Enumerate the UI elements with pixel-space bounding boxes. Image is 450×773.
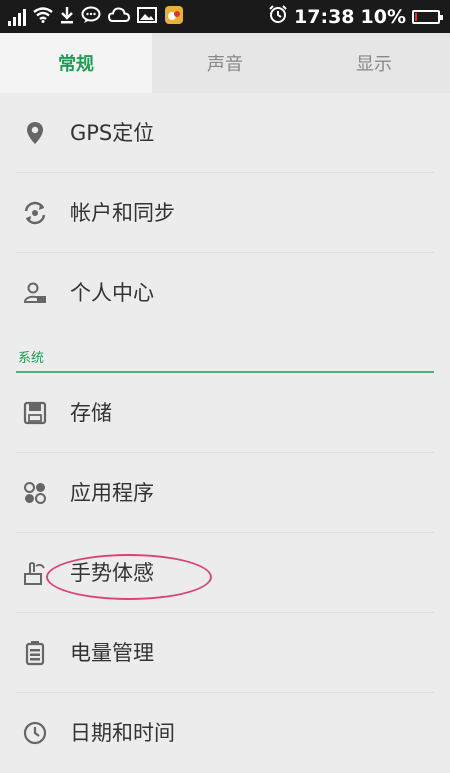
- battery-percent: 10%: [361, 6, 406, 28]
- sync-icon: [22, 200, 48, 226]
- storage-icon: [22, 400, 48, 426]
- tab-sound[interactable]: 声音: [152, 33, 298, 93]
- settings-list: GPS定位 帐户和同步 个人中心 系统 存储 应用程序: [0, 93, 450, 762]
- item-label: 个人中心: [70, 253, 154, 333]
- status-bar: 17:38 10%: [0, 0, 450, 33]
- highlight-annotation-ellipse: [46, 554, 212, 600]
- location-icon: [22, 120, 48, 146]
- wifi-icon: [33, 7, 53, 27]
- person-icon: [22, 280, 48, 306]
- settings-item-storage[interactable]: 存储: [0, 373, 450, 453]
- image-icon: [137, 7, 157, 27]
- app-icon: [164, 5, 184, 29]
- item-label: 日期和时间: [70, 693, 175, 773]
- chat-icon: [81, 6, 101, 28]
- item-label: 存储: [70, 373, 112, 453]
- battery-manage-icon: [22, 640, 48, 666]
- settings-item-date-time[interactable]: 日期和时间: [0, 693, 450, 773]
- settings-item-apps[interactable]: 应用程序: [0, 453, 450, 533]
- tab-general[interactable]: 常规: [0, 33, 152, 93]
- section-title: 系统: [18, 347, 44, 366]
- apps-icon: [22, 480, 48, 506]
- settings-item-gps[interactable]: GPS定位: [0, 93, 450, 173]
- alarm-icon: [268, 4, 288, 29]
- signal-icon: [8, 8, 26, 26]
- settings-item-account-sync[interactable]: 帐户和同步: [0, 173, 450, 253]
- battery-icon: [412, 10, 440, 24]
- item-label: GPS定位: [70, 93, 154, 173]
- clock-icon: [22, 720, 48, 746]
- section-header-system: 系统: [0, 341, 450, 373]
- status-time: 17:38: [294, 6, 354, 28]
- item-label: 应用程序: [70, 453, 154, 533]
- item-label: 电量管理: [70, 613, 154, 693]
- item-label: 帐户和同步: [70, 173, 175, 253]
- settings-item-personal-center[interactable]: 个人中心: [0, 253, 450, 333]
- tab-bar: 常规 声音 显示: [0, 33, 450, 93]
- tab-display[interactable]: 显示: [298, 33, 450, 93]
- gesture-icon: [22, 560, 48, 586]
- cloud-icon: [108, 7, 130, 27]
- settings-item-battery-management[interactable]: 电量管理: [0, 613, 450, 693]
- download-icon: [60, 6, 74, 28]
